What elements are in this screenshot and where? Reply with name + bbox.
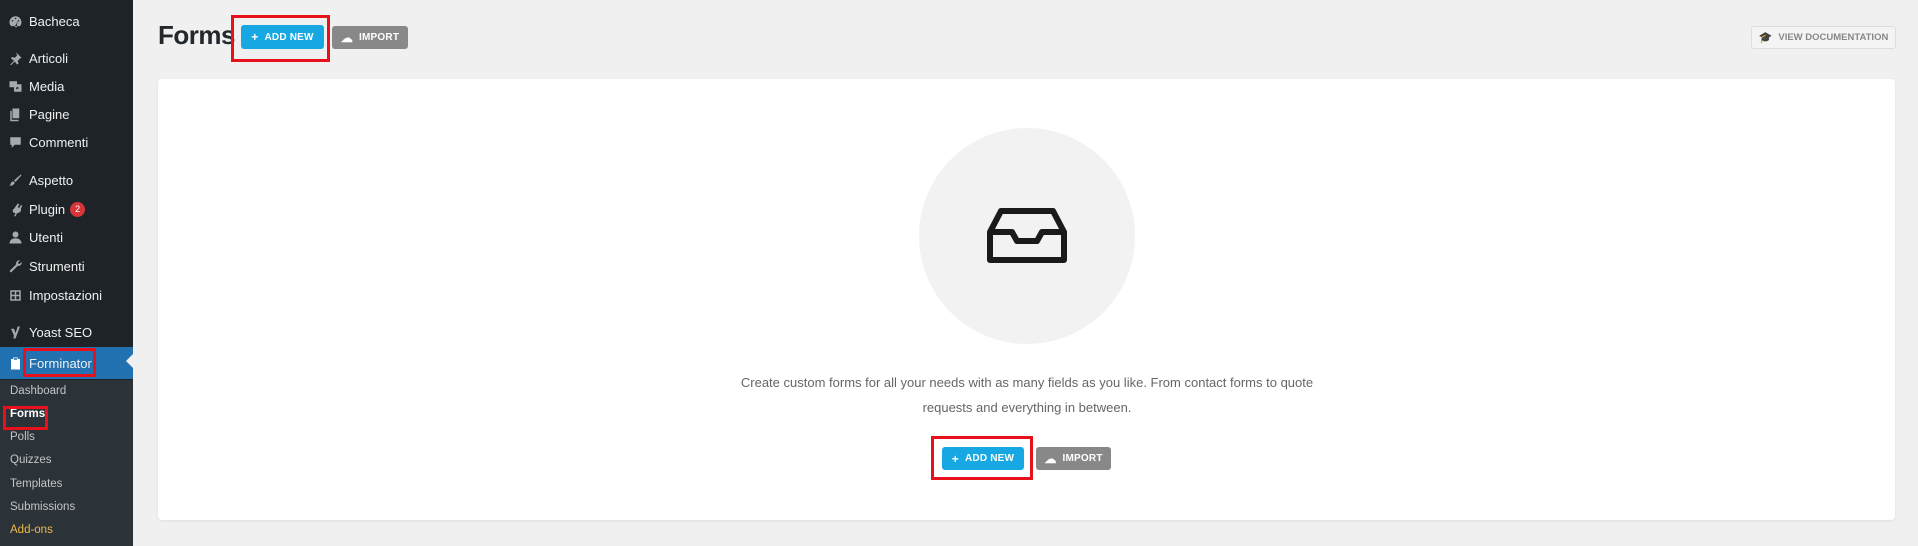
add-new-button[interactable]: + ADD NEW: [241, 25, 324, 49]
menu-label: Impostazioni: [29, 287, 102, 303]
import-label: IMPORT: [1062, 453, 1103, 464]
submenu-add-ons[interactable]: Add-ons: [10, 524, 53, 536]
menu-item-aspetto[interactable]: Aspetto: [0, 166, 133, 194]
page-icon: [7, 106, 23, 122]
submenu-quizzes[interactable]: Quizzes: [10, 454, 52, 466]
menu-label: Pagine: [29, 106, 70, 122]
yoast-icon: [7, 324, 23, 340]
menu-item-pagine[interactable]: Pagine: [0, 100, 133, 128]
forminator-submenu: Dashboard Forms Polls Quizzes Templates …: [0, 380, 133, 546]
add-new-label: ADD NEW: [264, 31, 314, 43]
menu-item-yoast-seo[interactable]: Yoast SEO: [0, 318, 133, 346]
admin-sidebar: Bacheca Articoli Media Pagine Commenti A…: [0, 0, 133, 546]
plus-icon: +: [951, 451, 960, 466]
menu-item-strumenti[interactable]: Strumenti: [0, 252, 133, 280]
menu-label: Commenti: [29, 134, 89, 150]
user-icon: [7, 229, 23, 245]
import-button[interactable]: ☁ IMPORT: [332, 26, 408, 49]
menu-item-plugin[interactable]: Plugin 2: [0, 195, 133, 223]
add-new-label: ADD NEW: [965, 453, 1015, 464]
menu-label: Utenti: [29, 229, 63, 245]
submenu-forms[interactable]: Forms: [10, 408, 45, 420]
menu-label: Bacheca: [29, 13, 80, 29]
import-label: IMPORT: [359, 32, 400, 43]
menu-label: Yoast SEO: [29, 324, 93, 340]
menu-label: Articoli: [29, 50, 69, 66]
settings-icon: [7, 287, 23, 303]
cloud-upload-icon: ☁: [340, 30, 354, 45]
menu-item-forminator[interactable]: Forminator: [0, 347, 133, 379]
empty-state-description: Create custom forms for all your needs w…: [740, 375, 1314, 415]
menu-item-commenti[interactable]: Commenti: [0, 128, 133, 156]
plus-icon: +: [251, 30, 259, 44]
menu-label: Strumenti: [29, 258, 85, 274]
clipboard-icon: [7, 355, 23, 371]
menu-label: Media: [29, 78, 65, 94]
submenu-templates[interactable]: Templates: [10, 478, 62, 490]
plugin-icon: [7, 201, 23, 217]
submenu-submissions[interactable]: Submissions: [10, 501, 75, 513]
menu-label: Forminator: [29, 355, 92, 371]
wrench-icon: [7, 258, 23, 274]
submenu-dashboard[interactable]: Dashboard: [10, 385, 66, 397]
menu-label: Plugin: [29, 201, 66, 217]
empty-state-add-new-button[interactable]: + ADD NEW: [942, 447, 1024, 470]
update-count-badge: 2: [70, 201, 86, 217]
view-documentation-button[interactable]: 🎓 VIEW DOCUMENTATION: [1751, 26, 1896, 49]
pin-icon: [7, 50, 23, 66]
cloud-upload-icon: ☁: [1044, 451, 1057, 466]
empty-state-illustration: [919, 128, 1135, 344]
comment-icon: [7, 134, 23, 150]
menu-item-articoli[interactable]: Articoli: [0, 44, 133, 72]
inbox-icon: [987, 208, 1067, 263]
menu-item-bacheca[interactable]: Bacheca: [0, 7, 133, 35]
menu-item-impostazioni[interactable]: Impostazioni: [0, 281, 133, 309]
submenu-polls[interactable]: Polls: [10, 431, 35, 443]
media-icon: [7, 78, 23, 94]
brush-icon: [7, 172, 23, 188]
page-title: Forms: [158, 20, 235, 50]
menu-item-media[interactable]: Media: [0, 72, 133, 100]
view-documentation-label: VIEW DOCUMENTATION: [1778, 32, 1889, 43]
menu-item-utenti[interactable]: Utenti: [0, 223, 133, 251]
graduation-cap-icon: 🎓: [1758, 32, 1773, 44]
empty-state-import-button[interactable]: ☁ IMPORT: [1036, 447, 1111, 470]
menu-label: Aspetto: [29, 172, 74, 188]
dashboard-icon: [7, 13, 23, 29]
